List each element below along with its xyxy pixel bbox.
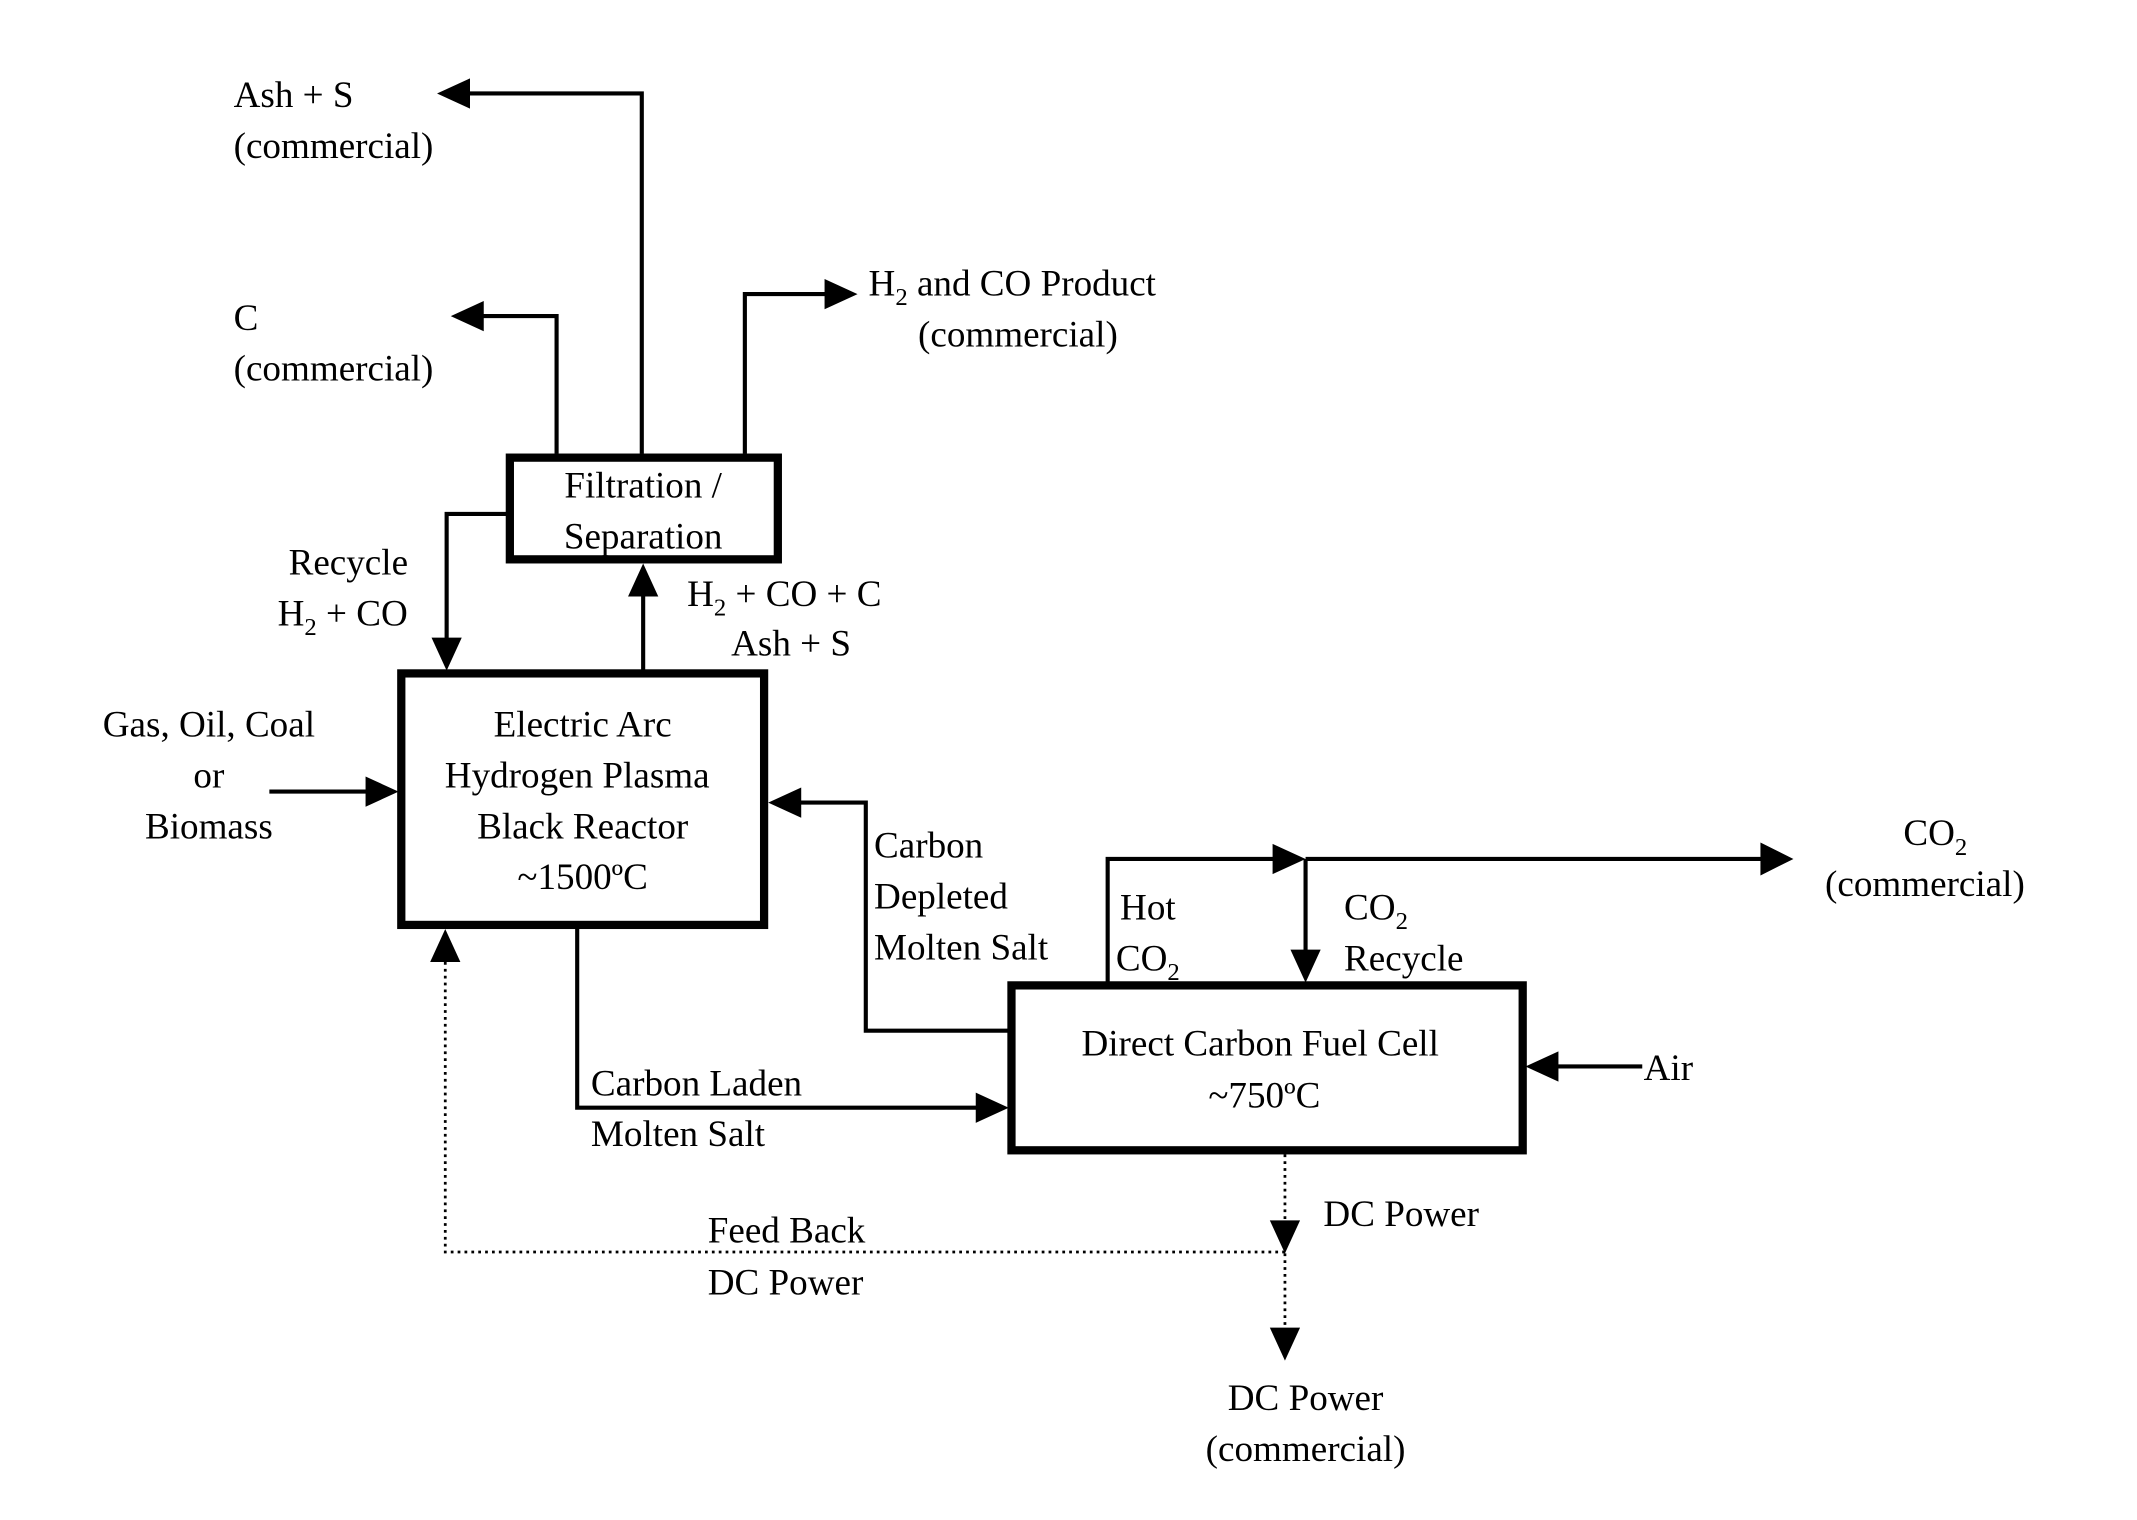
flow-ash-s-out — [437, 78, 644, 454]
arrow-left-icon — [437, 78, 471, 109]
recycle-label: Recycle — [1344, 938, 1463, 979]
arrow-up-icon — [430, 929, 461, 963]
feedback-line1: Feed Back — [708, 1210, 866, 1251]
commercial-label: (commercial) — [234, 126, 434, 167]
fuel-cell-temperature: ~750ºC — [1208, 1076, 1320, 1117]
feedback-line2: DC Power — [708, 1263, 864, 1304]
label-h2-co-product: H2 and CO Product (commercial) — [869, 263, 1157, 355]
carbon-laden-line1: Carbon Laden — [591, 1063, 802, 1104]
feed-line1: Gas, Oil, Coal — [103, 705, 315, 746]
arrow-left-icon — [768, 787, 802, 818]
flow-recycle-h2-co — [431, 511, 510, 671]
feed-line2: or — [193, 755, 225, 796]
flow-co2-out — [1305, 842, 1794, 876]
reactor-label-line1: Electric Arc — [494, 705, 672, 746]
label-recycle-h2-co: Recycle H2 + CO — [278, 542, 408, 640]
flow-air-input — [1525, 1051, 1643, 1082]
flow-h2-co-product — [742, 278, 858, 454]
carbon-depleted-line1: Carbon — [874, 826, 983, 867]
arrow-right-icon — [1272, 843, 1306, 875]
label-ash-s-commercial: Ash + S (commercial) — [234, 75, 434, 167]
arrow-down-icon — [1290, 949, 1321, 983]
label-carbon-commercial: C (commercial) — [234, 298, 434, 390]
label-carbon-depleted-salt: Carbon Depleted Molten Salt — [874, 826, 1049, 969]
arrow-up-icon — [628, 563, 659, 597]
h2-co-c-label: H2 + CO + C — [687, 574, 881, 622]
flow-carbon-out — [450, 300, 559, 454]
dc-power-line2: (commercial) — [1206, 1429, 1406, 1470]
arrow-down-icon — [1269, 1327, 1301, 1361]
hot-label: Hot — [1120, 887, 1176, 928]
commercial-label: (commercial) — [1825, 864, 2025, 905]
label-dc-power: DC Power — [1323, 1194, 1479, 1235]
carbon-depleted-line3: Molten Salt — [874, 927, 1049, 968]
plasma-reactor-box: Electric Arc Hydrogen Plasma Black React… — [397, 669, 769, 930]
label-air: Air — [1644, 1048, 1694, 1089]
co2-label: CO2 — [1344, 887, 1408, 935]
commercial-label: (commercial) — [918, 314, 1118, 355]
h2-co-product-label: H2 and CO Product — [869, 263, 1157, 311]
arrow-left-icon — [450, 300, 484, 332]
fuel-cell-label: Direct Carbon Fuel Cell — [1081, 1023, 1438, 1064]
label-feedback-dc-power: Feed Back DC Power — [708, 1210, 866, 1303]
commercial-label: (commercial) — [234, 349, 434, 390]
reactor-label-line3: Black Reactor — [477, 806, 689, 847]
arrow-down-icon — [431, 637, 462, 671]
co2-label: CO2 — [1116, 938, 1180, 986]
ash-s-label: Ash + S — [731, 624, 851, 665]
co2-label: CO2 — [1903, 813, 1967, 861]
ash-s-label: Ash + S — [234, 75, 354, 116]
arrow-left-icon — [1525, 1051, 1559, 1082]
label-feed-input: Gas, Oil, Coal or Biomass — [103, 705, 315, 848]
label-hot-co2: Hot CO2 — [1116, 887, 1180, 985]
carbon-laden-line2: Molten Salt — [591, 1114, 766, 1155]
carbon-depleted-line2: Depleted — [874, 876, 1008, 917]
arrow-down-icon — [1269, 1220, 1301, 1254]
label-reactor-products: H2 + CO + C Ash + S — [687, 574, 881, 664]
arrow-right-icon — [1760, 842, 1794, 876]
fuel-cell-box: Direct Carbon Fuel Cell ~750ºC — [1007, 981, 1527, 1155]
filtration-label-line1: Filtration / — [564, 466, 722, 507]
h2-co-label: H2 + CO — [278, 593, 408, 641]
flow-co2-recycle — [1290, 858, 1321, 983]
label-co2-commercial: CO2 (commercial) — [1825, 813, 2025, 905]
reactor-label-line2: Hydrogen Plasma — [445, 755, 710, 796]
flow-feed-input — [269, 776, 399, 807]
flow-dc-power — [1269, 1154, 1301, 1361]
reactor-temperature: ~1500ºC — [517, 857, 647, 898]
feed-line3: Biomass — [145, 806, 273, 847]
arrow-right-icon — [975, 1092, 1009, 1123]
carbon-label: C — [234, 298, 259, 339]
label-co2-recycle: CO2 Recycle — [1344, 887, 1463, 979]
arrow-right-icon — [365, 776, 399, 807]
label-dc-power-commercial: DC Power (commercial) — [1206, 1378, 1406, 1470]
recycle-label: Recycle — [289, 542, 408, 583]
filtration-separation-box: Filtration / Separation — [505, 453, 782, 564]
flow-reactor-to-filtration — [628, 563, 659, 671]
dc-power-line1: DC Power — [1228, 1378, 1384, 1419]
process-flow-diagram: Filtration / Separation Electric Arc Hyd… — [103, 75, 2025, 1470]
arrow-right-icon — [824, 278, 858, 310]
filtration-label-line2: Separation — [564, 516, 723, 557]
